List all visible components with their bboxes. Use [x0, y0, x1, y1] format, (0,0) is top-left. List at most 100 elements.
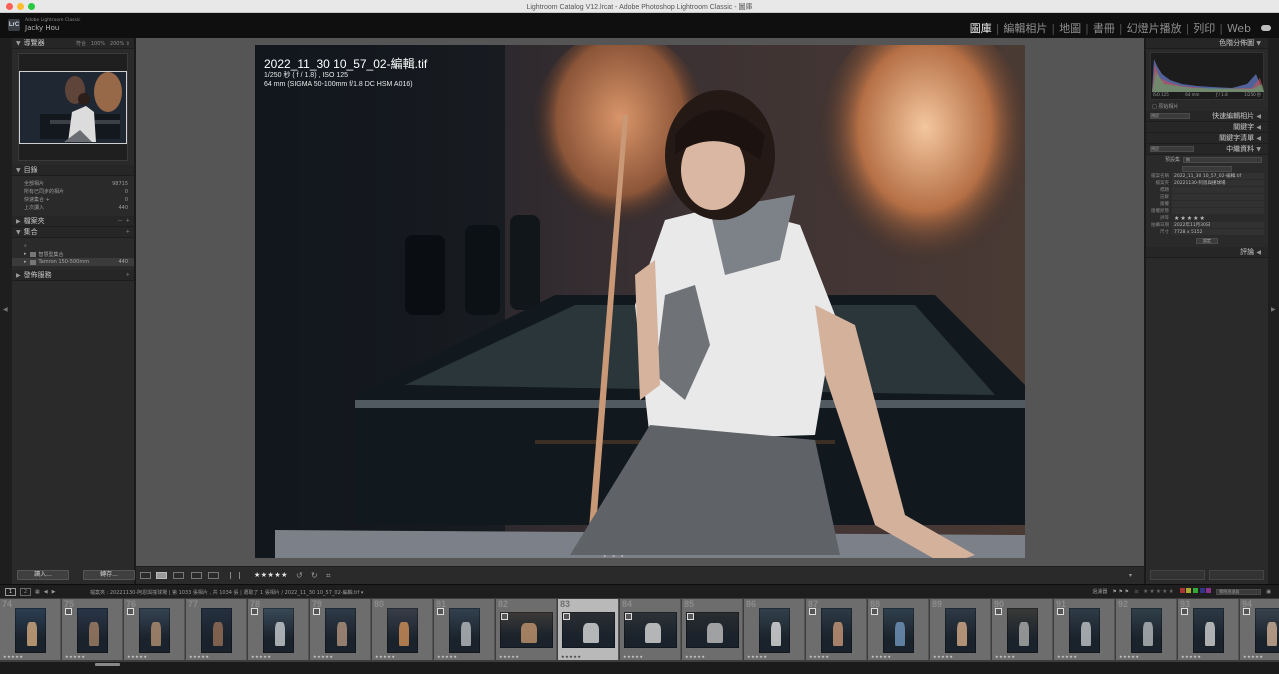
navigator-header[interactable]: ▼ 導覽器 符合 100% 200% ⇕: [12, 38, 134, 49]
badge-icon[interactable]: [251, 608, 258, 615]
filmstrip-cell[interactable]: 80 ★★★★★: [372, 599, 433, 660]
badge-icon[interactable]: [687, 613, 694, 620]
quick-develop-header[interactable]: 預設 快速編輯相片 ◀: [1146, 111, 1268, 122]
thumbnail-rating[interactable]: ★★★★★: [561, 654, 581, 659]
filmstrip-thumbnail[interactable]: [15, 608, 46, 653]
module-web[interactable]: Web: [1223, 22, 1255, 35]
cloud-icon[interactable]: [1261, 25, 1271, 31]
badge-icon[interactable]: [501, 613, 508, 620]
thumbnail-rating[interactable]: ★★★★★: [127, 654, 147, 659]
badge-icon[interactable]: [437, 608, 444, 615]
original-photo-checkbox[interactable]: □ 原始相片: [1146, 103, 1268, 111]
filmstrip-cell[interactable]: 89 ★★★★★: [930, 599, 991, 660]
metadata-dimensions[interactable]: 尺寸 7728 x 5152: [1146, 229, 1268, 236]
thumbnail-rating[interactable]: ★★★★★: [251, 654, 271, 659]
filmstrip-thumbnail[interactable]: [1255, 608, 1279, 653]
folders-header[interactable]: ▶ 檔案夾 — +: [12, 216, 134, 227]
toolbar-menu-icon[interactable]: ▾: [1129, 572, 1132, 579]
module-map[interactable]: 地圖: [1055, 20, 1085, 36]
thumbnail-rating[interactable]: ★★★★★: [375, 654, 395, 659]
thumbnail-rating[interactable]: ★★★★★: [747, 654, 767, 659]
filmstrip-thumbnail[interactable]: [325, 608, 356, 653]
flag-reject-icon[interactable]: [239, 572, 245, 579]
thumbnail-rating[interactable]: ★★★★★: [933, 654, 953, 659]
color-filter[interactable]: [1179, 588, 1212, 595]
crop-overlay-icon[interactable]: ⌗: [326, 571, 331, 581]
badge-icon[interactable]: [809, 608, 816, 615]
badge-icon[interactable]: [1057, 608, 1064, 615]
thumbnail-rating[interactable]: ★★★★★: [313, 654, 333, 659]
module-library[interactable]: 圖庫: [966, 20, 996, 36]
metadata-title[interactable]: 標題: [1146, 187, 1268, 194]
filmstrip-cell[interactable]: 77 ★★★★★: [186, 599, 247, 660]
filter-lock-icon[interactable]: ▣: [1266, 589, 1271, 595]
collections-filter[interactable]: ⌕: [12, 242, 134, 250]
filmstrip-source-path[interactable]: 檔案夾 : 20221130-阿恩與撞球場 | 第 1033 張相片 , 共 1…: [90, 589, 363, 596]
filmstrip-thumbnail[interactable]: [1007, 608, 1038, 653]
module-print[interactable]: 列印: [1189, 20, 1219, 36]
metadata-capture-date[interactable]: 拍攝日期 2022年11月30日: [1146, 222, 1268, 229]
folders-actions[interactable]: — +: [118, 218, 130, 224]
comments-header[interactable]: 評論 ◀: [1146, 247, 1268, 258]
filmstrip-cell[interactable]: 94 ★★★★★: [1240, 599, 1279, 660]
thumbnail-rating[interactable]: ★★★★★: [65, 654, 85, 659]
thumbnail-rating[interactable]: ★★★★★: [1243, 654, 1263, 659]
thumbnail-rating[interactable]: ★★★★★: [623, 654, 643, 659]
filmstrip-cell[interactable]: 75 ★★★★★: [62, 599, 123, 660]
thumbnail-rating[interactable]: ★★★★★: [1057, 654, 1077, 659]
badge-icon[interactable]: [625, 613, 632, 620]
filmstrip-cell[interactable]: 87 ★★★★★: [806, 599, 867, 660]
filmstrip-thumbnail[interactable]: [139, 608, 170, 653]
scrollbar-thumb[interactable]: [95, 663, 120, 666]
badge-icon[interactable]: [1181, 608, 1188, 615]
zoom-200[interactable]: 200%: [110, 41, 124, 47]
rotate-left-icon[interactable]: ↺: [296, 571, 303, 580]
monitor-1-button[interactable]: 1: [5, 588, 16, 596]
catalog-item-quick[interactable]: 快速集合 +0: [12, 196, 134, 204]
thumbnail-rating[interactable]: ★★★★★: [499, 654, 519, 659]
quick-develop-preset[interactable]: 預設: [1150, 113, 1190, 119]
filmstrip-cell[interactable]: 86 ★★★★★: [744, 599, 805, 660]
people-view-icon[interactable]: [208, 572, 219, 579]
filmstrip-cell[interactable]: 83 ★★★★★: [558, 599, 619, 660]
filmstrip-thumbnail[interactable]: [1131, 608, 1162, 653]
metadata-caption[interactable]: 註解: [1146, 194, 1268, 201]
filter-mode-select[interactable]: 關閉過濾器: [1216, 588, 1262, 595]
export-button[interactable]: 轉存...: [83, 570, 135, 580]
grid-view-icon[interactable]: [140, 572, 151, 579]
badge-icon[interactable]: [127, 608, 134, 615]
left-panel-toggle[interactable]: ◀: [0, 38, 12, 584]
rating-filter[interactable]: ≥ ★★★★★: [1134, 588, 1175, 595]
flag-filter-icon[interactable]: ⚑ ⚑ ⚑: [1112, 589, 1129, 595]
filmstrip-thumbnail[interactable]: [387, 608, 418, 653]
monitor-2-button[interactable]: 2: [20, 588, 31, 596]
publish-header[interactable]: ▶ 發佈服務 +: [12, 270, 134, 281]
filmstrip-cell[interactable]: 78 ★★★★★: [248, 599, 309, 660]
filmstrip-thumbnail[interactable]: [449, 608, 480, 653]
catalog-item-last-import[interactable]: 上次讀入 440: [12, 204, 134, 212]
sync-settings-button[interactable]: [1209, 570, 1264, 580]
filmstrip-thumbnail[interactable]: [1069, 608, 1100, 653]
filmstrip-cell[interactable]: 85 ★★★★★: [682, 599, 743, 660]
filmstrip-thumbnail[interactable]: [883, 608, 914, 653]
thumbnail-rating[interactable]: ★★★★★: [3, 654, 23, 659]
collection-smart[interactable]: ▸ 智慧型集合: [12, 250, 134, 258]
thumbnail-rating[interactable]: ★★★★★: [1181, 654, 1201, 659]
metadata-copyright-status[interactable]: 版權狀態: [1146, 208, 1268, 215]
thumbnail-rating[interactable]: ★★★★★: [437, 654, 457, 659]
filmstrip-thumbnail[interactable]: [945, 608, 976, 653]
filmstrip-thumbnail[interactable]: [759, 608, 790, 653]
filmstrip-cell[interactable]: 90 ★★★★★: [992, 599, 1053, 660]
grid-icon[interactable]: ▦: [35, 589, 40, 595]
thumbnail-rating[interactable]: ★★★★★: [995, 654, 1015, 659]
metadata-filename[interactable]: 檔案名稱 2022_11_30 10_57_02-編輯.tif: [1146, 173, 1268, 180]
filmstrip-cell[interactable]: 91 ★★★★★: [1054, 599, 1115, 660]
filmstrip-cell[interactable]: 92 ★★★★★: [1116, 599, 1177, 660]
metadata-preset-row[interactable]: 預設集 無: [1146, 155, 1268, 164]
metadata-header[interactable]: 預設 中繼資料 ▼: [1146, 144, 1268, 155]
metadata-copyright[interactable]: 版權: [1146, 201, 1268, 208]
survey-view-icon[interactable]: [191, 572, 202, 579]
module-book[interactable]: 書冊: [1089, 20, 1119, 36]
collection-tamron[interactable]: ▸ Tamron 150-500mm 440: [12, 258, 134, 266]
badge-icon[interactable]: [1243, 608, 1250, 615]
